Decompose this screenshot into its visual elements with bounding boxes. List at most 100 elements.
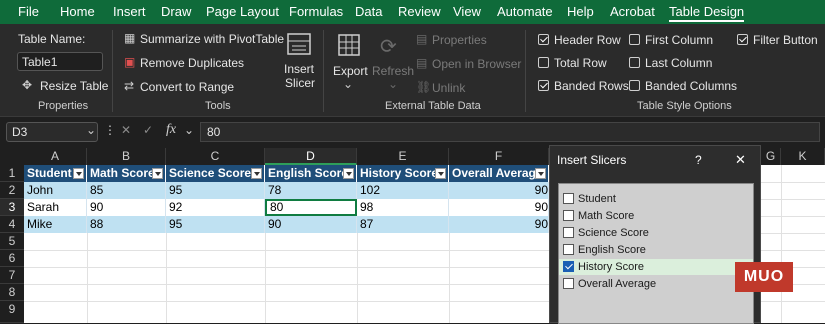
table-cell[interactable]: 78 <box>265 182 357 199</box>
slicer-option-science-score[interactable]: Science Score <box>559 225 753 241</box>
open-browser-button[interactable]: Open in Browser <box>432 57 521 71</box>
row-header[interactable]: 1 <box>0 165 24 182</box>
slicer-option-english-score[interactable]: English Score <box>559 242 753 258</box>
menu-acrobat[interactable]: Acrobat <box>610 4 655 19</box>
properties-button[interactable]: Properties <box>432 33 487 47</box>
menu-page-layout[interactable]: Page Layout <box>206 4 279 19</box>
column-header-g[interactable]: G <box>761 148 781 165</box>
formula-input[interactable]: 80 <box>200 122 820 142</box>
summarize-pivot-button[interactable]: Summarize with PivotTable <box>140 32 284 46</box>
checkbox[interactable] <box>563 244 574 255</box>
total-row-checkbox[interactable] <box>538 57 549 68</box>
table-header-cell[interactable]: Student <box>24 165 87 182</box>
row-header[interactable]: 9 <box>0 301 24 323</box>
filter-dropdown-icon[interactable] <box>152 168 163 179</box>
slicer-option-overall-average[interactable]: Overall Average <box>559 276 753 292</box>
row-header[interactable]: 4 <box>0 216 24 233</box>
banded-columns-checkbox[interactable] <box>629 80 640 91</box>
table-cell[interactable]: 88 <box>87 216 166 233</box>
export-button[interactable]: Export <box>333 64 368 78</box>
insert-slicer-label-1[interactable]: Insert <box>284 62 314 76</box>
filter-dropdown-icon[interactable] <box>535 168 546 179</box>
table-header-cell[interactable]: English Score <box>265 165 357 182</box>
menu-draw[interactable]: Draw <box>161 4 191 19</box>
enter-icon[interactable]: ✓ <box>143 123 153 137</box>
menu-data[interactable]: Data <box>355 4 382 19</box>
last-column-checkbox[interactable] <box>629 57 640 68</box>
table-cell[interactable]: 90 <box>87 199 166 216</box>
table-cell[interactable]: 90 <box>265 216 357 233</box>
remove-duplicates-button[interactable]: Remove Duplicates <box>140 56 244 70</box>
column-header-b[interactable]: B <box>87 148 166 165</box>
slicer-option-student[interactable]: Student <box>559 191 753 207</box>
table-cell[interactable]: 90 <box>449 182 549 199</box>
unlink-button[interactable]: Unlink <box>432 81 465 95</box>
table-cell[interactable]: 90 <box>449 216 549 233</box>
menu-view[interactable]: View <box>453 4 481 19</box>
resize-table-button[interactable]: Resize Table <box>40 79 108 93</box>
table-cell[interactable]: Mike <box>24 216 87 233</box>
banded-rows-checkbox[interactable] <box>538 80 549 91</box>
row-header[interactable]: 8 <box>0 284 24 301</box>
checkbox[interactable] <box>563 261 574 272</box>
menu-formulas[interactable]: Formulas <box>289 4 343 19</box>
checkbox[interactable] <box>563 278 574 289</box>
table-header-cell[interactable]: Math Score <box>87 165 166 182</box>
table-header-cell[interactable]: History Score <box>357 165 449 182</box>
column-header-e[interactable]: E <box>357 148 449 165</box>
help-icon[interactable]: ? <box>695 153 702 167</box>
close-icon[interactable]: ✕ <box>735 152 746 168</box>
header-row-checkbox[interactable] <box>538 34 549 45</box>
menu-help[interactable]: Help <box>567 4 594 19</box>
filter-dropdown-icon[interactable] <box>435 168 446 179</box>
row-header[interactable]: 3 <box>0 199 24 216</box>
table-cell[interactable]: John <box>24 182 87 199</box>
column-header-d[interactable]: D <box>265 148 357 165</box>
table-cell[interactable]: 95 <box>166 182 265 199</box>
table-name-input[interactable]: Table1 <box>17 52 103 71</box>
table-cell[interactable]: 92 <box>166 199 265 216</box>
chevron-down-icon[interactable]: ⌄ <box>86 123 96 137</box>
convert-range-button[interactable]: Convert to Range <box>140 80 234 94</box>
menu-table-design[interactable]: Table Design <box>669 4 745 22</box>
table-header-cell[interactable]: Science Score <box>166 165 265 182</box>
checkbox[interactable] <box>563 210 574 221</box>
table-cell[interactable]: 87 <box>357 216 449 233</box>
row-header[interactable]: 7 <box>0 267 24 284</box>
filter-button-checkbox[interactable] <box>737 34 748 45</box>
column-header-k[interactable]: K <box>781 148 825 165</box>
column-header-a[interactable]: A <box>24 148 87 165</box>
slicer-option-history-score[interactable]: History Score <box>559 259 753 275</box>
table-cell[interactable]: 102 <box>357 182 449 199</box>
checkbox[interactable] <box>563 227 574 238</box>
menu-review[interactable]: Review <box>398 4 441 19</box>
column-header-c[interactable]: C <box>166 148 265 165</box>
table-header-cell[interactable]: Overall Average <box>449 165 549 182</box>
table-cell[interactable]: 90 <box>449 199 549 216</box>
function-icon[interactable]: fx <box>166 122 176 138</box>
filter-dropdown-icon[interactable] <box>73 168 84 179</box>
table-cell[interactable]: Sarah <box>24 199 87 216</box>
menu-file[interactable]: File <box>18 4 39 19</box>
row-header[interactable]: 2 <box>0 182 24 199</box>
column-header-f[interactable]: F <box>449 148 549 165</box>
row-header[interactable]: 5 <box>0 233 24 250</box>
table-cell[interactable]: 85 <box>87 182 166 199</box>
insert-slicer-label-2[interactable]: Slicer <box>285 76 315 90</box>
checkbox[interactable] <box>563 193 574 204</box>
select-all-corner[interactable] <box>0 148 24 165</box>
name-box[interactable]: D3 <box>6 122 98 142</box>
slicer-option-math-score[interactable]: Math Score <box>559 208 753 224</box>
menu-insert[interactable]: Insert <box>113 4 146 19</box>
first-column-checkbox[interactable] <box>629 34 640 45</box>
filter-dropdown-icon[interactable] <box>251 168 262 179</box>
active-cell[interactable]: 80 <box>265 199 357 216</box>
table-cell[interactable]: 95 <box>166 216 265 233</box>
cancel-icon[interactable]: ✕ <box>121 123 131 137</box>
refresh-button[interactable]: Refresh <box>372 64 414 78</box>
table-cell[interactable]: 98 <box>357 199 449 216</box>
row-header[interactable]: 6 <box>0 250 24 267</box>
filter-dropdown-icon[interactable] <box>343 168 354 179</box>
menu-home[interactable]: Home <box>60 4 95 19</box>
menu-automate[interactable]: Automate <box>497 4 553 19</box>
